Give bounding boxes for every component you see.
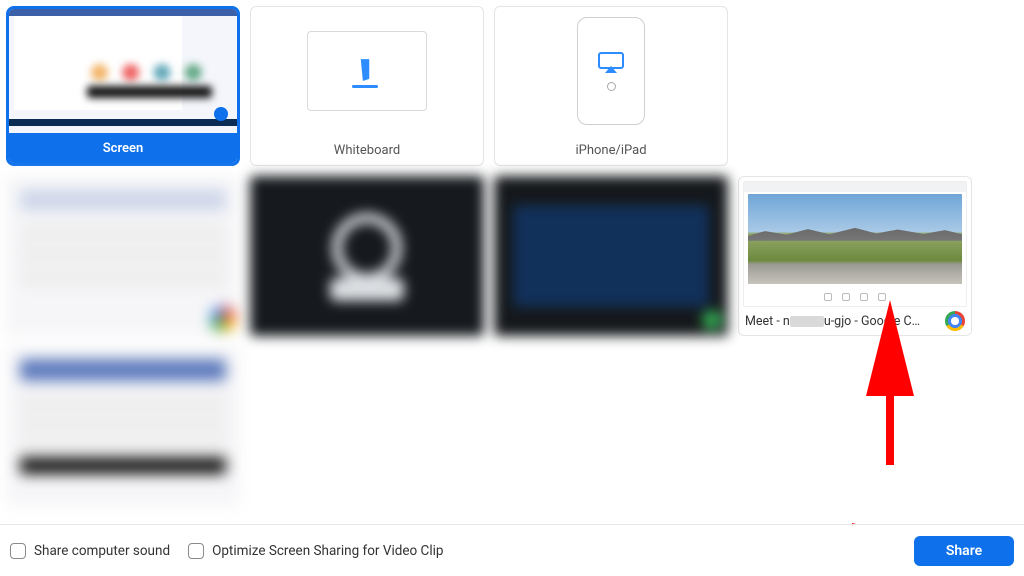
- meet-window-thumbnail: [743, 181, 967, 307]
- tile-window-blurred[interactable]: [6, 346, 240, 506]
- checkbox-icon: [10, 543, 26, 559]
- checkbox-optimize-video-clip[interactable]: Optimize Screen Sharing for Video Clip: [188, 543, 443, 559]
- tile-whiteboard[interactable]: Whiteboard: [250, 6, 484, 166]
- tile-label: Whiteboard: [251, 135, 483, 165]
- share-button[interactable]: Share: [914, 536, 1014, 566]
- airplay-icon: [598, 52, 624, 74]
- checkbox-label: Optimize Screen Sharing for Video Clip: [212, 543, 443, 559]
- grid-spacer: [738, 6, 972, 166]
- tile-window-blurred[interactable]: [6, 176, 240, 336]
- meet-label-suffix: u-gjo - Google C…: [824, 314, 920, 329]
- tile-label: iPhone/iPad: [495, 135, 727, 165]
- footer-bar: Share computer sound Optimize Screen Sha…: [0, 524, 1024, 576]
- tile-label: Meet - n u-gjo - Google C…: [743, 307, 967, 331]
- iphone-thumbnail: [495, 7, 727, 135]
- chrome-icon: [945, 311, 965, 331]
- screen-thumbnail: [9, 9, 237, 133]
- share-source-grid: Screen Whiteboard iPhone/iPad: [0, 0, 1024, 506]
- whiteboard-thumbnail: [251, 7, 483, 135]
- tile-google-meet-window[interactable]: Meet - n u-gjo - Google C…: [738, 176, 972, 336]
- marker-icon: [352, 56, 382, 86]
- tile-screen[interactable]: Screen: [6, 6, 240, 166]
- meet-label-prefix: Meet - n: [745, 314, 790, 329]
- tile-window-blurred[interactable]: [494, 176, 728, 336]
- share-button-label: Share: [946, 543, 982, 559]
- tile-iphone-ipad[interactable]: iPhone/iPad: [494, 6, 728, 166]
- redacted-segment: [790, 316, 824, 327]
- tile-label: Screen: [9, 133, 237, 163]
- checkbox-share-computer-sound[interactable]: Share computer sound: [10, 543, 170, 559]
- tile-window-blurred[interactable]: [250, 176, 484, 336]
- home-button-icon: [607, 82, 616, 91]
- checkbox-icon: [188, 543, 204, 559]
- checkbox-label: Share computer sound: [34, 543, 170, 559]
